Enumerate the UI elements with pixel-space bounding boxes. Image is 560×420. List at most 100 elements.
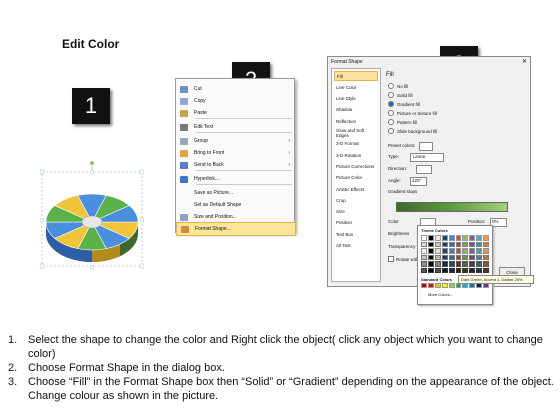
color-swatch[interactable] <box>476 254 483 260</box>
preset-colors-dropdown[interactable] <box>419 142 433 151</box>
color-swatch[interactable] <box>421 241 427 247</box>
context-menu-item[interactable]: Copy <box>176 95 294 107</box>
color-swatch[interactable] <box>476 261 483 267</box>
sidebar-item[interactable]: Shadow <box>334 105 378 115</box>
color-swatch[interactable] <box>462 267 469 273</box>
context-menu-item[interactable]: Cut <box>176 83 294 95</box>
color-swatch[interactable] <box>441 248 448 254</box>
color-swatch[interactable] <box>427 248 434 254</box>
color-swatch[interactable] <box>469 254 476 260</box>
color-swatch[interactable] <box>434 261 441 267</box>
type-dropdown[interactable]: Linear <box>410 153 444 162</box>
color-swatch[interactable] <box>455 241 462 247</box>
color-swatch[interactable] <box>441 241 448 247</box>
color-swatch[interactable] <box>448 254 455 260</box>
color-swatch[interactable] <box>421 248 427 254</box>
sidebar-item[interactable]: Picture Corrections <box>334 161 378 171</box>
sidebar-item[interactable]: Size <box>334 207 378 217</box>
color-swatch[interactable] <box>448 261 455 267</box>
color-swatch[interactable] <box>455 235 462 241</box>
sidebar-item[interactable]: Position <box>334 218 378 228</box>
standard-color-swatch[interactable] <box>421 283 427 288</box>
color-swatch[interactable] <box>483 261 489 267</box>
context-menu-item[interactable]: Bring to Front › <box>176 147 294 159</box>
sidebar-item[interactable]: Glow and Soft Edges <box>334 128 378 138</box>
gradient-stops-bar[interactable] <box>396 202 508 212</box>
color-swatch[interactable] <box>427 235 434 241</box>
fill-option-radio[interactable]: No fill <box>388 83 408 89</box>
color-swatch[interactable] <box>462 261 469 267</box>
color-swatch[interactable] <box>469 261 476 267</box>
sidebar-item[interactable]: Line Style <box>334 94 378 104</box>
sidebar-item[interactable]: Alt Text <box>334 241 378 251</box>
standard-color-swatch[interactable] <box>448 283 455 288</box>
color-swatch[interactable] <box>421 267 427 273</box>
color-swatch[interactable] <box>448 248 455 254</box>
close-icon[interactable]: ✕ <box>522 58 527 65</box>
color-swatch[interactable] <box>476 267 483 273</box>
color-swatch[interactable] <box>427 267 434 273</box>
fill-option-radio[interactable]: Picture or texture fill <box>388 110 437 116</box>
fill-option-radio[interactable]: Slide background fill <box>388 128 437 134</box>
color-swatch[interactable] <box>483 248 489 254</box>
pie-shape[interactable] <box>40 160 144 270</box>
color-swatch[interactable] <box>427 254 434 260</box>
color-swatch[interactable] <box>448 235 455 241</box>
color-swatch[interactable] <box>421 254 427 260</box>
standard-color-swatch[interactable] <box>441 283 448 288</box>
more-colors-item[interactable]: More Colors... <box>428 292 453 297</box>
sidebar-item[interactable]: Reflection <box>334 116 378 126</box>
color-swatch[interactable] <box>427 241 434 247</box>
context-menu-item[interactable]: Save as Picture... <box>176 187 294 199</box>
color-swatch[interactable] <box>434 235 441 241</box>
color-swatch[interactable] <box>476 248 483 254</box>
sidebar-item[interactable]: Line Color <box>334 82 378 92</box>
color-swatch[interactable] <box>434 248 441 254</box>
color-swatch[interactable] <box>427 261 434 267</box>
color-swatch[interactable] <box>434 241 441 247</box>
color-swatch[interactable] <box>455 248 462 254</box>
color-swatch[interactable] <box>421 235 427 241</box>
color-swatch[interactable] <box>455 267 462 273</box>
rotate-checkbox[interactable] <box>388 256 394 262</box>
context-menu-item[interactable]: Group › <box>176 135 294 147</box>
standard-color-swatch[interactable] <box>434 283 441 288</box>
sidebar-item[interactable]: Artistic Effects <box>334 184 378 194</box>
color-swatch[interactable] <box>483 241 489 247</box>
color-swatch[interactable] <box>469 248 476 254</box>
color-swatch[interactable] <box>469 241 476 247</box>
color-swatch[interactable] <box>441 254 448 260</box>
sidebar-item[interactable]: Picture Color <box>334 173 378 183</box>
color-swatch[interactable] <box>476 235 483 241</box>
color-swatch[interactable] <box>462 248 469 254</box>
color-swatch[interactable] <box>448 267 455 273</box>
color-swatch[interactable] <box>434 267 441 273</box>
fill-option-radio[interactable]: Gradient fill <box>388 101 420 107</box>
color-swatch[interactable] <box>469 235 476 241</box>
sidebar-item[interactable]: 3-D Rotation <box>334 150 378 160</box>
fill-option-radio[interactable]: Solid fill <box>388 92 413 98</box>
context-menu-item[interactable]: Set as Default Shape <box>176 199 294 211</box>
color-swatch[interactable] <box>441 235 448 241</box>
color-swatch[interactable] <box>455 254 462 260</box>
color-swatch[interactable] <box>469 267 476 273</box>
color-swatch[interactable] <box>462 254 469 260</box>
color-swatch[interactable] <box>462 241 469 247</box>
sidebar-item[interactable]: 3-D Format <box>334 139 378 149</box>
direction-dropdown[interactable] <box>416 165 432 174</box>
color-swatch[interactable] <box>441 261 448 267</box>
color-swatch[interactable] <box>448 241 455 247</box>
sidebar-item[interactable]: Crop <box>334 195 378 205</box>
color-swatch[interactable] <box>483 267 489 273</box>
color-swatch[interactable] <box>483 254 489 260</box>
sidebar-item[interactable]: Text Box <box>334 229 378 239</box>
context-menu-item[interactable]: Format Shape... <box>176 222 296 236</box>
angle-input[interactable]: 220° <box>410 177 427 186</box>
color-swatch[interactable] <box>441 267 448 273</box>
color-swatch[interactable] <box>462 235 469 241</box>
standard-color-swatch[interactable] <box>427 283 434 288</box>
color-swatch[interactable] <box>476 241 483 247</box>
color-swatch[interactable] <box>483 235 489 241</box>
color-swatch[interactable] <box>421 261 427 267</box>
sidebar-item[interactable]: Fill <box>334 71 378 81</box>
